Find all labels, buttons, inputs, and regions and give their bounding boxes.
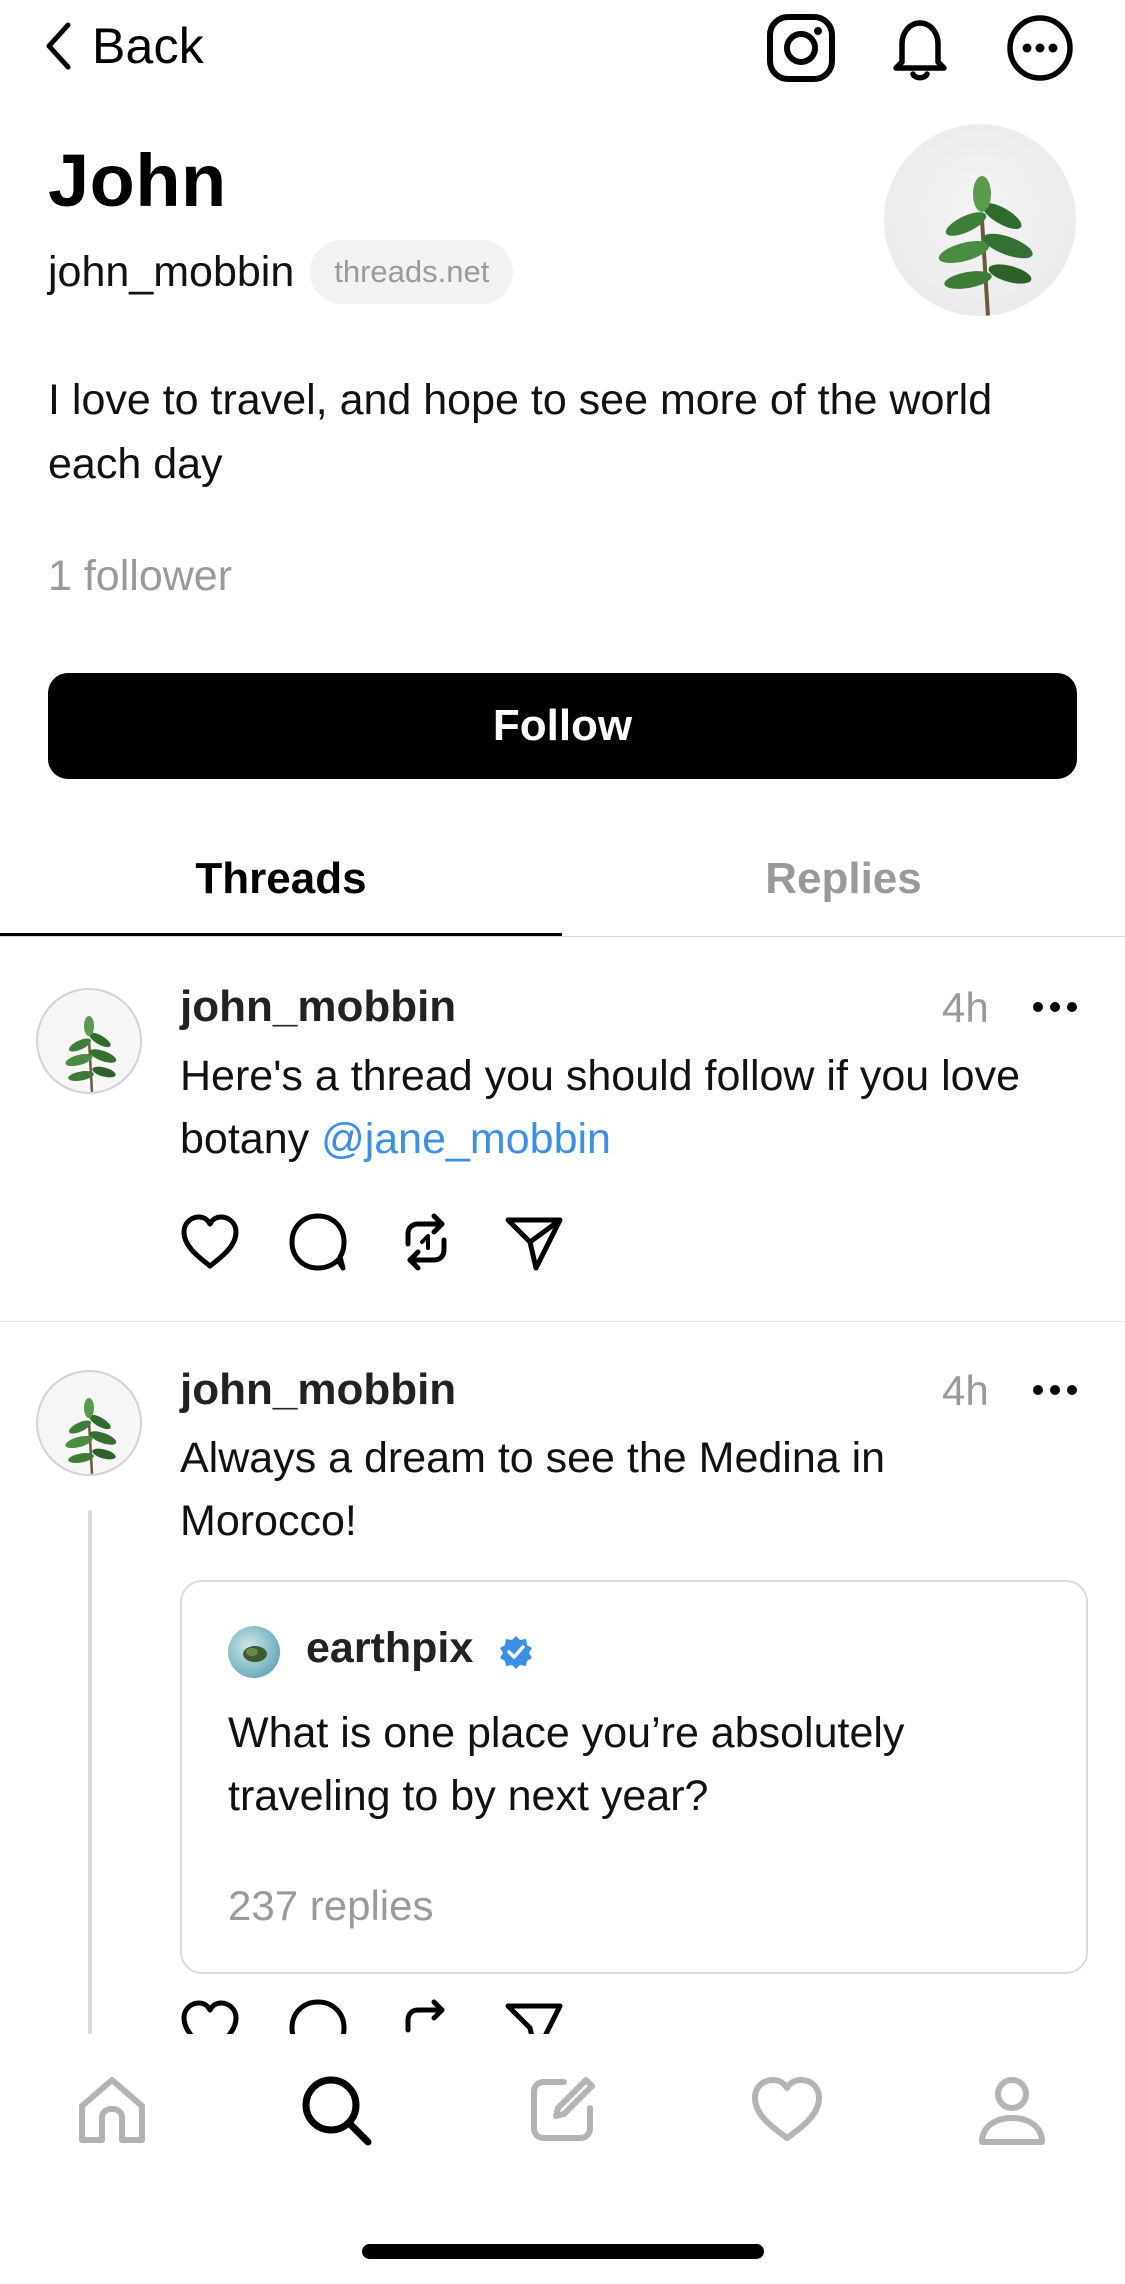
bell-icon[interactable] bbox=[884, 12, 956, 84]
post-more-icon[interactable] bbox=[1030, 1380, 1080, 1400]
activity-heart-icon[interactable] bbox=[749, 2072, 825, 2148]
profile-icon[interactable] bbox=[974, 2072, 1050, 2148]
followers-count[interactable]: 1 follower bbox=[48, 552, 232, 601]
post-time: 4h bbox=[942, 984, 989, 1031]
mention-link[interactable]: @jane_mobbin bbox=[321, 1115, 611, 1163]
post-avatar[interactable] bbox=[36, 1370, 142, 1476]
post-text: Always a dream to see the Medina in Moro… bbox=[180, 1434, 886, 1545]
post-username[interactable]: john_mobbin bbox=[180, 1365, 456, 1415]
instagram-icon[interactable] bbox=[765, 12, 837, 84]
comment-icon[interactable] bbox=[286, 1210, 350, 1274]
repost-icon[interactable] bbox=[394, 1210, 458, 1274]
post-avatar[interactable] bbox=[36, 988, 142, 1094]
post-username[interactable]: john_mobbin bbox=[180, 982, 456, 1032]
quote-username: earthpix bbox=[306, 1624, 474, 1672]
tab-replies[interactable]: Replies bbox=[562, 848, 1125, 910]
handle-row: john_mobbin threads.net bbox=[48, 240, 514, 304]
thread-connector-line bbox=[88, 1510, 92, 2035]
home-icon[interactable] bbox=[74, 2072, 150, 2148]
profile-bio: I love to travel, and hope to see more o… bbox=[48, 376, 993, 488]
profile-handle: john_mobbin bbox=[48, 247, 295, 296]
back-button[interactable]: Back bbox=[44, 14, 204, 78]
post-more-icon[interactable] bbox=[1030, 997, 1080, 1017]
share-icon[interactable] bbox=[502, 1210, 566, 1274]
post-time: 4h bbox=[942, 1367, 989, 1414]
profile-avatar[interactable] bbox=[884, 124, 1076, 316]
domain-chip[interactable]: threads.net bbox=[310, 240, 514, 304]
search-icon[interactable] bbox=[298, 2072, 374, 2148]
verified-badge-icon bbox=[498, 1634, 534, 1670]
like-icon[interactable] bbox=[178, 1210, 242, 1274]
quote-text: What is one place you’re absolutely trav… bbox=[228, 1709, 905, 1820]
compose-icon[interactable] bbox=[524, 2072, 600, 2148]
profile-name: John bbox=[48, 139, 227, 222]
tab-threads[interactable]: Threads bbox=[0, 848, 562, 910]
post-text: Here's a thread you should follow if you… bbox=[180, 1045, 1100, 1171]
tab-divider bbox=[0, 936, 1125, 937]
follow-button[interactable]: Follow bbox=[48, 673, 1077, 779]
post-divider bbox=[0, 1321, 1125, 1322]
quote-replies-count[interactable]: 237 replies bbox=[228, 1882, 433, 1930]
more-options-icon[interactable] bbox=[1004, 12, 1076, 84]
home-indicator bbox=[362, 2244, 764, 2259]
back-label: Back bbox=[92, 18, 204, 74]
chevron-left-icon bbox=[44, 21, 72, 71]
quote-avatar bbox=[228, 1626, 280, 1678]
quoted-post-card[interactable]: earthpix What is one place you’re absolu… bbox=[180, 1580, 1088, 1974]
